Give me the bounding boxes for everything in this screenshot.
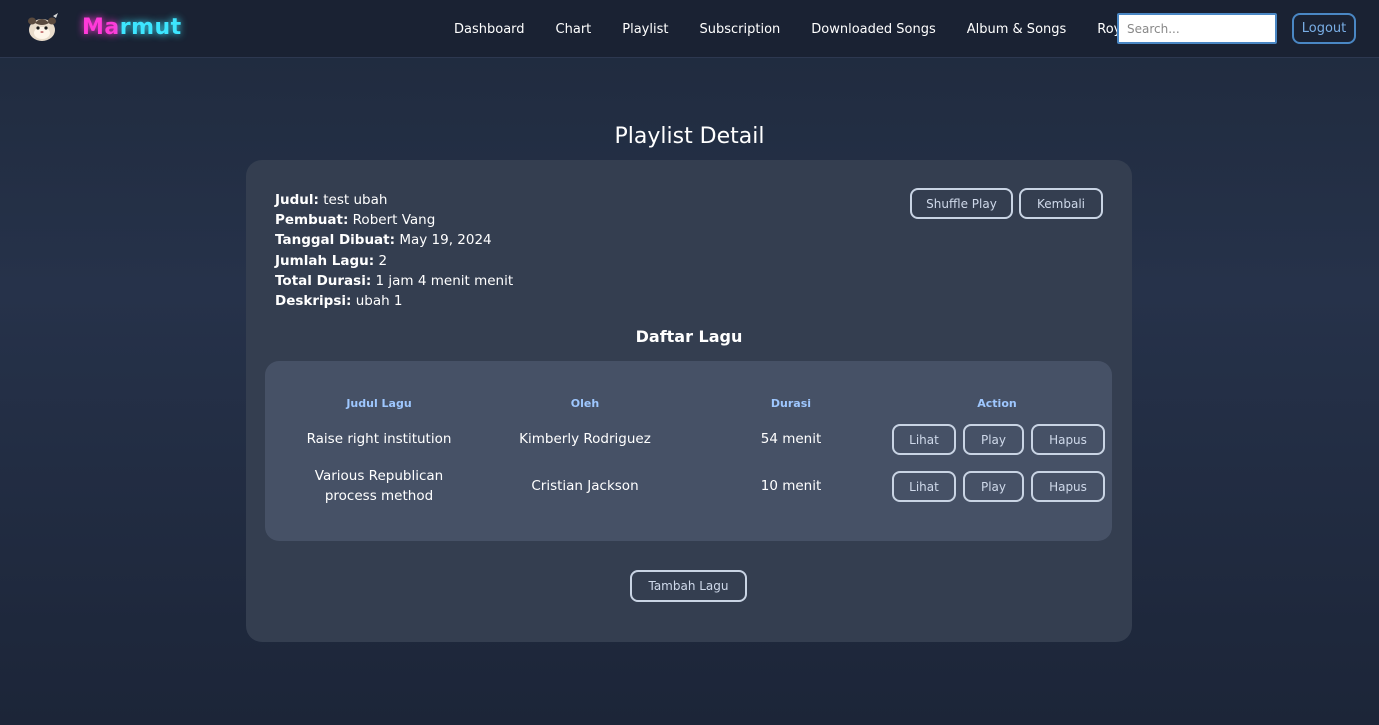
info-pembuat-value: Robert Vang [352, 212, 436, 229]
search-input[interactable] [1117, 13, 1277, 44]
shuffle-play-button[interactable]: Shuffle Play [910, 188, 1013, 219]
row-actions: Lihat Play Hapus [892, 471, 1105, 502]
nav-link-dashboard[interactable]: Dashboard [454, 22, 525, 37]
header-action: Action [977, 397, 1017, 410]
info-pembuat-label: Pembuat: [275, 212, 349, 229]
page-title: Playlist Detail [614, 124, 765, 149]
song-title-cell: Various Republican process method [314, 468, 444, 504]
info-jumlah-value: 2 [378, 252, 388, 269]
nav-link-downloaded-songs[interactable]: Downloaded Songs [811, 22, 935, 37]
brand-name: Marmut [82, 15, 182, 40]
info-deskripsi-label: Deskripsi: [275, 293, 352, 310]
hamster-logo-icon [28, 13, 58, 41]
logout-button[interactable]: Logout [1292, 13, 1356, 44]
info-durasi: Total Durasi: 1 jam 4 menit menit [275, 271, 513, 291]
playlist-detail-card: Judul: test ubah Pembuat: Robert Vang Ta… [246, 160, 1132, 642]
logo[interactable]: Marmut [26, 10, 182, 44]
info-tanggal-value: May 19, 2024 [399, 232, 492, 249]
play-song-button[interactable]: Play [963, 424, 1024, 455]
delete-song-button[interactable]: Hapus [1031, 471, 1105, 502]
song-artist-cell: Kimberly Rodriguez [519, 431, 651, 447]
info-jumlah-label: Jumlah Lagu: [275, 252, 375, 269]
nav-link-playlist[interactable]: Playlist [622, 22, 668, 37]
playlist-info: Judul: test ubah Pembuat: Robert Vang Ta… [275, 190, 513, 311]
info-deskripsi: Deskripsi: ubah 1 [275, 291, 513, 311]
info-durasi-label: Total Durasi: [275, 272, 372, 289]
song-list-title: Daftar Lagu [635, 327, 743, 346]
back-button[interactable]: Kembali [1019, 188, 1103, 219]
header-oleh: Oleh [570, 397, 600, 410]
info-tanggal-label: Tanggal Dibuat: [275, 232, 396, 249]
song-artist-cell: Cristian Jackson [531, 478, 639, 494]
view-song-button[interactable]: Lihat [892, 471, 956, 502]
info-judul: Judul: test ubah [275, 190, 513, 210]
song-duration-cell: 10 menit [760, 478, 822, 494]
song-duration-cell: 54 menit [760, 431, 822, 447]
add-song-button[interactable]: Tambah Lagu [630, 570, 747, 602]
header-durasi: Durasi [770, 397, 812, 410]
nav-link-album-songs[interactable]: Album & Songs [967, 22, 1067, 37]
info-durasi-value: 1 jam 4 menit menit [375, 272, 514, 289]
play-song-button[interactable]: Play [963, 471, 1024, 502]
navbar: Marmut Dashboard Chart Playlist Subscrip… [0, 0, 1379, 58]
info-judul-label: Judul: [275, 192, 319, 208]
playlist-actions: Shuffle Play Kembali [910, 188, 1103, 219]
info-tanggal: Tanggal Dibuat: May 19, 2024 [275, 230, 513, 250]
nav-link-subscription[interactable]: Subscription [699, 22, 780, 37]
info-deskripsi-value: ubah 1 [355, 293, 403, 310]
header-judul-lagu: Judul Lagu [346, 397, 412, 410]
info-jumlah: Jumlah Lagu: 2 [275, 251, 513, 271]
row-actions: Lihat Play Hapus [892, 424, 1105, 455]
nav-links: Dashboard Chart Playlist Subscription Do… [454, 0, 1177, 58]
brand-part-2: rmut [119, 14, 182, 40]
info-pembuat: Pembuat: Robert Vang [275, 210, 513, 230]
song-table: Judul Lagu Oleh Durasi Action Raise righ… [265, 361, 1112, 541]
view-song-button[interactable]: Lihat [892, 424, 956, 455]
song-title-cell: Raise right institution [306, 431, 452, 447]
brand-part-1: Ma [82, 14, 120, 40]
nav-link-chart[interactable]: Chart [556, 22, 592, 37]
delete-song-button[interactable]: Hapus [1031, 424, 1105, 455]
info-judul-value: test ubah [323, 192, 388, 208]
